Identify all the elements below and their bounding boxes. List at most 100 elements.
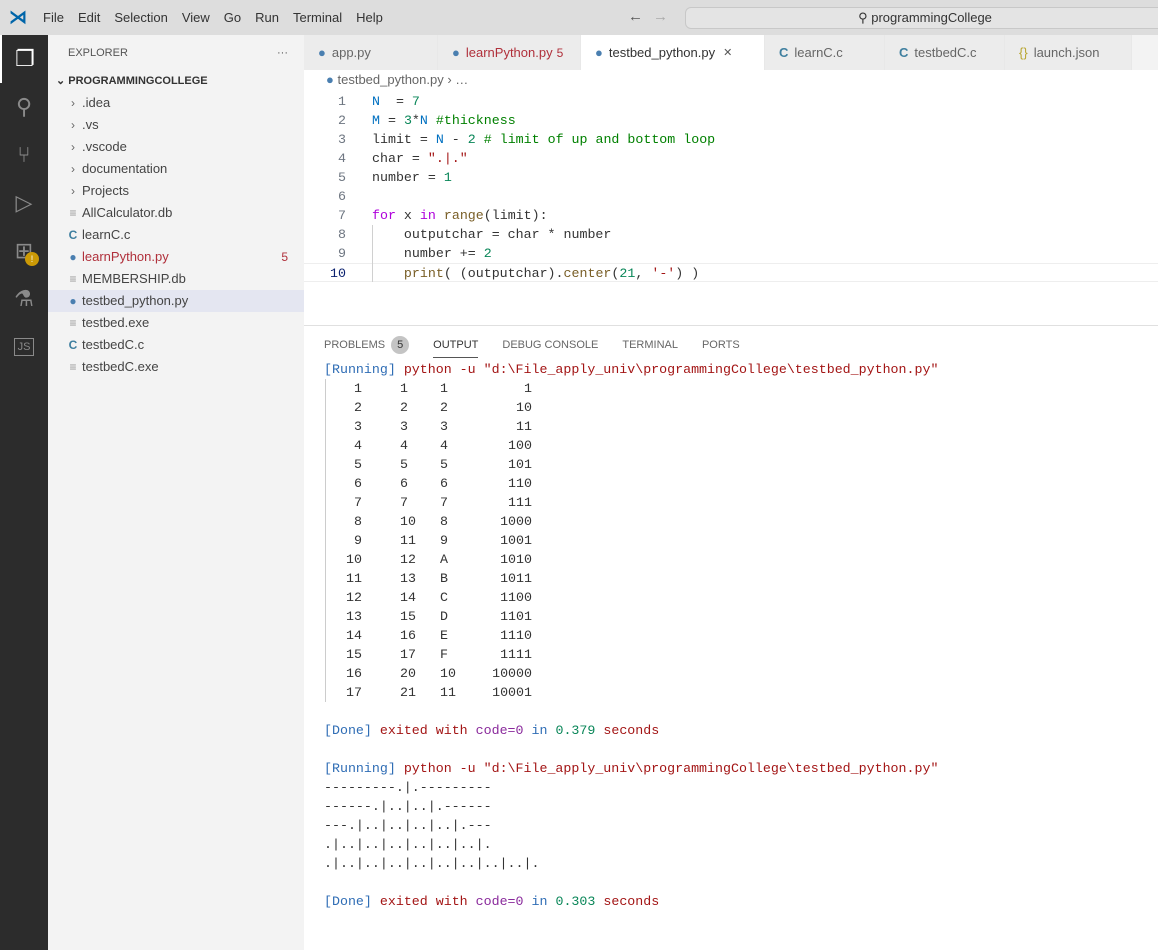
testing-flask-icon[interactable]: ⚗ <box>0 275 48 323</box>
output-cell: 17 <box>346 685 362 700</box>
chevron-right-icon: › <box>71 162 75 176</box>
tree-item[interactable]: ≡ testbed.exe <box>48 312 304 334</box>
tree-item[interactable]: ● learnPython.py 5 <box>48 246 304 268</box>
output-line: ---.|..|..|..|..|.--- <box>324 818 492 833</box>
tree-item[interactable]: › .vs <box>48 114 304 136</box>
output-row: 13 15 D 1101 <box>324 607 624 626</box>
done-in: in <box>531 894 548 909</box>
panel-tab-problems[interactable]: PROBLEMS 5 <box>324 336 410 358</box>
code-line[interactable]: 4 char = ".|." <box>304 149 1158 168</box>
c-file-icon: C <box>68 338 78 352</box>
python-icon: ● <box>595 45 603 60</box>
indent-guide <box>372 225 373 282</box>
menu-go[interactable]: Go <box>224 10 241 25</box>
done-time: 0.303 <box>555 894 596 909</box>
code-line[interactable]: 6 <box>304 187 1158 206</box>
panel-tab-output[interactable]: OUTPUT <box>433 336 479 358</box>
tab-testbedC-c[interactable]: CtestbedC.c <box>885 35 1005 70</box>
output-cell: 1100 <box>500 590 532 605</box>
output-cell: 4 <box>354 438 362 453</box>
tree-item[interactable]: › .vscode <box>48 136 304 158</box>
back-arrow-icon[interactable]: ← <box>628 8 643 25</box>
activity-bar: ❐ ⚲ ⑂ ▷ ⊞! ⚗ JS <box>0 35 48 950</box>
forward-arrow-icon[interactable]: → <box>653 8 668 25</box>
chevron-right-icon: › <box>71 184 75 198</box>
code-text: number = 1 <box>372 170 452 185</box>
code-line[interactable]: 5 number = 1 <box>304 168 1158 187</box>
output-cell: 10 <box>440 666 456 681</box>
menu-view[interactable]: View <box>182 10 210 25</box>
output-cell: 15 <box>346 647 362 662</box>
output-row: 8 10 8 1000 <box>324 512 624 531</box>
problem-count-badge: 5 <box>281 250 288 264</box>
tab-label: app.py <box>331 45 371 60</box>
code-line[interactable]: 2 M = 3*N #thickness <box>304 111 1158 130</box>
tree-item[interactable]: ≡ AllCalculator.db <box>48 202 304 224</box>
tree-item[interactable]: ≡ MEMBERSHIP.db <box>48 268 304 290</box>
output-cell: 16 <box>400 628 416 643</box>
tree-item[interactable]: › Projects <box>48 180 304 202</box>
code-text: outputchar = char * number <box>372 227 612 242</box>
output-row: 16 20 10 10000 <box>324 664 624 683</box>
tab-learnPython-py[interactable]: ● learnPython.py 5 <box>438 35 581 70</box>
line-number: 1 <box>338 94 346 109</box>
tree-item[interactable]: ClearnC.c <box>48 224 304 246</box>
tree-item[interactable]: ● testbed_python.py <box>48 290 304 312</box>
search-icon[interactable]: ⚲ <box>0 83 48 131</box>
menu-edit[interactable]: Edit <box>78 10 100 25</box>
output-cell: 15 <box>400 609 416 624</box>
code-line[interactable]: 3 limit = N - 2 # limit of up and bottom … <box>304 130 1158 149</box>
breadcrumb[interactable]: ● testbed_python.py › … <box>326 72 468 87</box>
line-number: 10 <box>330 266 346 281</box>
output-cell: 3 <box>400 419 408 434</box>
source-control-icon[interactable]: ⑂ <box>0 131 48 179</box>
tab-testbed-python-py[interactable]: ● testbed_python.py ✕ <box>581 35 765 70</box>
panel-tab-ports[interactable]: PORTS <box>702 336 740 358</box>
menu-run[interactable]: Run <box>255 10 279 25</box>
code-text: char = ".|." <box>372 151 468 166</box>
output-cell: 1101 <box>500 609 532 624</box>
explorer-title: EXPLORER <box>68 46 128 59</box>
output-cell: 2 <box>440 400 448 415</box>
output-cell: 9 <box>440 533 448 548</box>
tree-item[interactable]: › documentation <box>48 158 304 180</box>
menu-help[interactable]: Help <box>356 10 383 25</box>
explorer-icon[interactable]: ❐ <box>0 35 48 83</box>
tree-item[interactable]: CtestbedC.c <box>48 334 304 356</box>
tree-item[interactable]: ≡ testbedC.exe <box>48 356 304 378</box>
line-number: 5 <box>338 170 346 185</box>
output-cell: 111 <box>508 495 532 510</box>
panel-tab-debug-console[interactable]: DEBUG CONSOLE <box>502 336 598 358</box>
extensions-icon[interactable]: ⊞! <box>0 227 48 275</box>
code-editor[interactable]: 1 N = 7 2 M = 3*N #thickness 3 limit = N - 2 … <box>304 92 1158 282</box>
chevron-down-icon: ⌄ <box>56 75 69 87</box>
js-icon[interactable]: JS <box>0 323 48 371</box>
command-center-search[interactable]: ⚲ programmingCollege <box>685 7 1158 29</box>
workspace-root[interactable]: ⌄ PROGRAMMINGCOLLEGE <box>48 70 304 92</box>
tree-item[interactable]: › .idea <box>48 92 304 114</box>
explorer-sidebar: EXPLORER ··· ⌄ PROGRAMMINGCOLLEGE › .idea ›… <box>48 35 304 950</box>
tab-app-py[interactable]: ● app.py <box>304 35 438 70</box>
output-row: 10 12 A 1010 <box>324 550 624 569</box>
tab-learnC-c[interactable]: ClearnC.c <box>765 35 885 70</box>
output-row: 17 21 11 10001 <box>324 683 624 702</box>
output-cell: 9 <box>354 533 362 548</box>
run-debug-icon[interactable]: ▷ <box>0 179 48 227</box>
code-line[interactable]: 1 N = 7 <box>304 92 1158 111</box>
panel-tab-terminal[interactable]: TERMINAL <box>622 336 678 358</box>
menu-selection[interactable]: Selection <box>114 10 167 25</box>
output-cell: 1010 <box>500 552 532 567</box>
code-line[interactable]: 7 for x in range(limit): <box>304 206 1158 225</box>
code-line[interactable]: 8 outputchar = char * number <box>304 225 1158 244</box>
output-cell: 1 <box>440 381 448 396</box>
code-line[interactable]: 10 print( (outputchar).center(21, '-') ) <box>304 263 1158 282</box>
close-icon[interactable]: ✕ <box>723 46 732 59</box>
more-actions-icon[interactable]: ··· <box>277 47 288 59</box>
code-line[interactable]: 9 number += 2 <box>304 244 1158 263</box>
tab-launch-json[interactable]: {} launch.json <box>1005 35 1132 70</box>
output-content[interactable]: [Running] python -u "d:\File_apply_univ\… <box>324 360 938 911</box>
menu-file[interactable]: File <box>43 10 64 25</box>
done-done: [Done] <box>324 723 372 738</box>
menu-terminal[interactable]: Terminal <box>293 10 342 25</box>
